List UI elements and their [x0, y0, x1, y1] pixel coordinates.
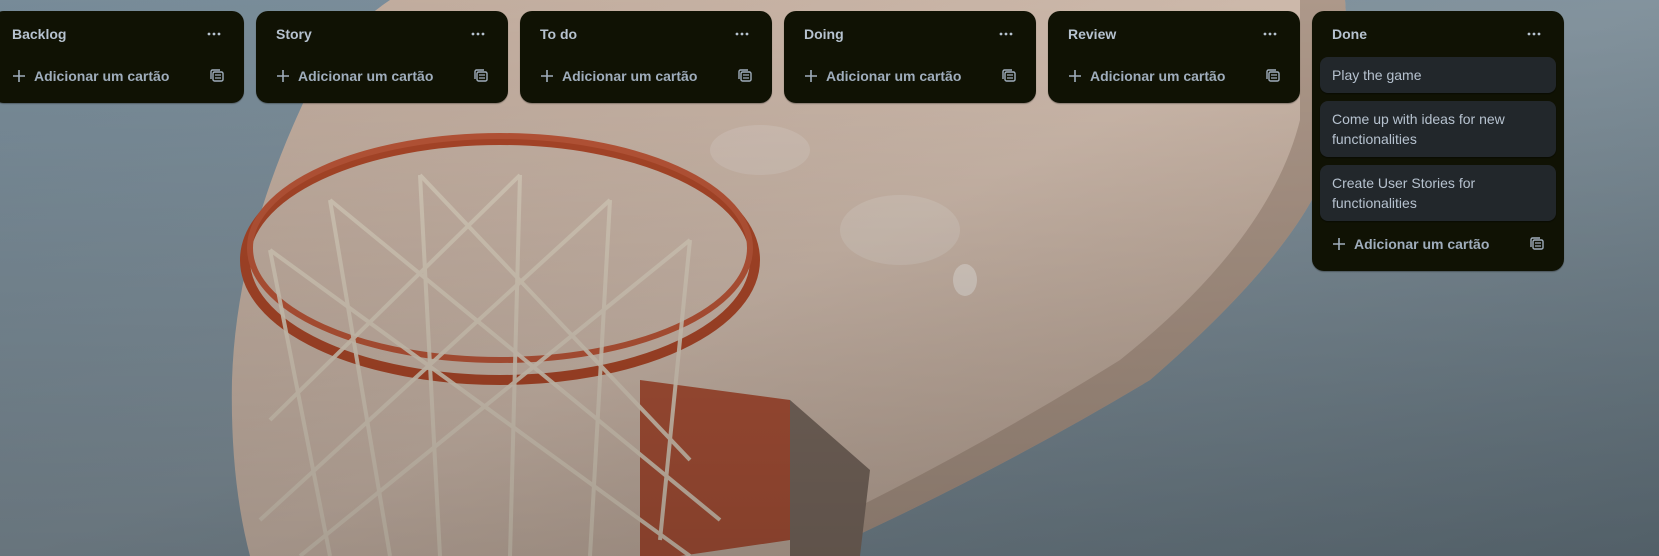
list-backlog: Backlog Adicionar um cartão [0, 11, 244, 103]
plus-icon [1069, 70, 1081, 82]
card[interactable]: Play the game [1320, 57, 1556, 93]
add-card-label: Adicionar um cartão [1354, 236, 1490, 252]
plus-icon [805, 70, 817, 82]
list-header: Doing [792, 11, 1028, 57]
add-card-label: Adicionar um cartão [34, 68, 170, 84]
card-template-icon [474, 69, 488, 82]
card-template-icon [738, 69, 752, 82]
list-menu-button[interactable] [1518, 18, 1550, 50]
list-footer: Adicionar um cartão [1056, 57, 1292, 95]
add-card-button[interactable]: Adicionar um cartão [4, 62, 177, 90]
add-card-label: Adicionar um cartão [298, 68, 434, 84]
list-doing: Doing Adicionar um cartão [784, 11, 1036, 103]
list-menu-button[interactable] [198, 18, 230, 50]
add-card-label: Adicionar um cartão [1090, 68, 1226, 84]
create-from-template-button[interactable] [1522, 229, 1552, 259]
list-title[interactable]: Review [1068, 26, 1116, 42]
add-card-button[interactable]: Adicionar um cartão [1324, 230, 1497, 258]
more-horizontal-icon [471, 32, 485, 36]
list-header: Story [264, 11, 500, 57]
card[interactable]: Come up with ideas for new functionaliti… [1320, 101, 1556, 157]
card-template-icon [210, 69, 224, 82]
list-footer: Adicionar um cartão [1320, 225, 1556, 263]
more-horizontal-icon [1527, 32, 1541, 36]
create-from-template-button[interactable] [1258, 61, 1288, 91]
list-header: Backlog [0, 11, 236, 57]
list-title[interactable]: To do [540, 26, 577, 42]
list-title[interactable]: Story [276, 26, 312, 42]
list-title[interactable]: Backlog [12, 26, 66, 42]
list-to-do: To do Adicionar um cartão [520, 11, 772, 103]
create-from-template-button[interactable] [202, 61, 232, 91]
more-horizontal-icon [1263, 32, 1277, 36]
card-title: Come up with ideas for new functionaliti… [1332, 111, 1505, 147]
list-story: Story Adicionar um cartão [256, 11, 508, 103]
more-horizontal-icon [735, 32, 749, 36]
add-card-button[interactable]: Adicionar um cartão [532, 62, 705, 90]
lists-container: Backlog Adicionar um cartão Story Adicio… [0, 11, 1564, 271]
add-card-button[interactable]: Adicionar um cartão [268, 62, 441, 90]
list-done: Done Play the game Come up with ideas fo… [1312, 11, 1564, 271]
card-list: Play the game Come up with ideas for new… [1320, 57, 1556, 225]
card[interactable]: Create User Stories for functionalities [1320, 165, 1556, 221]
card-title: Create User Stories for functionalities [1332, 175, 1476, 211]
more-horizontal-icon [999, 32, 1013, 36]
plus-icon [13, 70, 25, 82]
plus-icon [277, 70, 289, 82]
list-header: Done [1320, 11, 1556, 57]
list-title[interactable]: Doing [804, 26, 844, 42]
card-title: Play the game [1332, 67, 1422, 83]
more-horizontal-icon [207, 32, 221, 36]
list-menu-button[interactable] [1254, 18, 1286, 50]
card-template-icon [1002, 69, 1016, 82]
plus-icon [1333, 238, 1345, 250]
list-menu-button[interactable] [726, 18, 758, 50]
card-template-icon [1266, 69, 1280, 82]
list-menu-button[interactable] [462, 18, 494, 50]
add-card-button[interactable]: Adicionar um cartão [796, 62, 969, 90]
create-from-template-button[interactable] [730, 61, 760, 91]
create-from-template-button[interactable] [466, 61, 496, 91]
list-header: To do [528, 11, 764, 57]
plus-icon [541, 70, 553, 82]
list-title[interactable]: Done [1332, 26, 1367, 42]
card-template-icon [1530, 237, 1544, 250]
board-canvas: Backlog Adicionar um cartão Story Adicio… [0, 0, 1659, 556]
list-header: Review [1056, 11, 1292, 57]
list-menu-button[interactable] [990, 18, 1022, 50]
add-card-label: Adicionar um cartão [562, 68, 698, 84]
add-card-label: Adicionar um cartão [826, 68, 962, 84]
list-footer: Adicionar um cartão [0, 57, 236, 95]
add-card-button[interactable]: Adicionar um cartão [1060, 62, 1233, 90]
list-footer: Adicionar um cartão [792, 57, 1028, 95]
create-from-template-button[interactable] [994, 61, 1024, 91]
list-review: Review Adicionar um cartão [1048, 11, 1300, 103]
list-footer: Adicionar um cartão [264, 57, 500, 95]
list-footer: Adicionar um cartão [528, 57, 764, 95]
